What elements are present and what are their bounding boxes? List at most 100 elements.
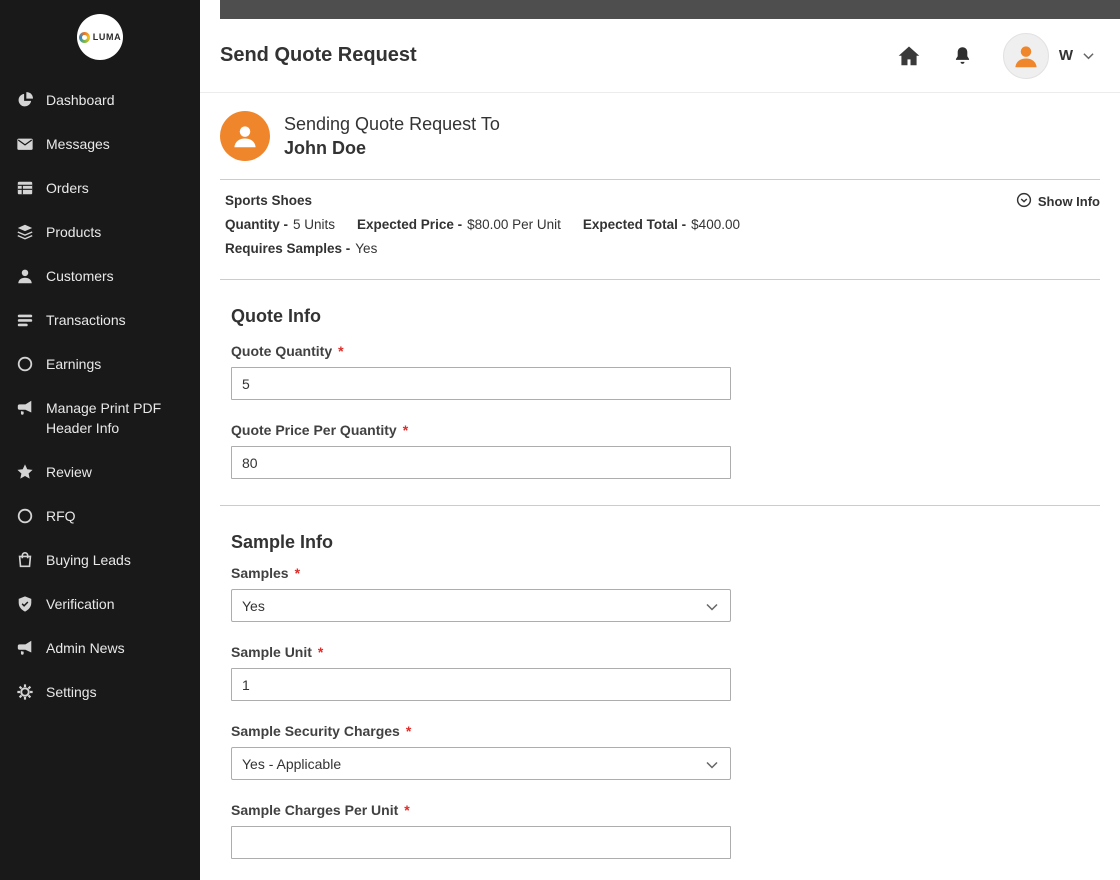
sidebar-item-buying-leads[interactable]: Buying Leads — [14, 538, 200, 582]
transactions-icon — [14, 310, 36, 329]
samples-label: Samples — [231, 565, 289, 581]
product-samples-row: Requires Samples - Yes — [225, 241, 1100, 256]
required-asterisk: * — [294, 565, 301, 581]
app-window: LUMA Dashboard Messages Orders Products — [0, 0, 1120, 880]
recipient-avatar-icon — [220, 111, 270, 161]
logo[interactable]: LUMA — [0, 0, 200, 78]
luma-logo-text: LUMA — [92, 32, 122, 42]
star-icon — [14, 462, 36, 481]
home-icon[interactable] — [896, 43, 922, 69]
sidebar-item-orders[interactable]: Orders — [14, 166, 200, 210]
sample-security-charges-select-value: Yes - Applicable — [242, 755, 342, 772]
sample-unit-field: Sample Unit * — [231, 644, 1100, 701]
sidebar-item-customers[interactable]: Customers — [14, 254, 200, 298]
bell-icon[interactable] — [952, 45, 973, 66]
orders-icon — [14, 178, 36, 197]
sidebar-item-label: Transactions — [46, 312, 126, 328]
buying-leads-icon — [14, 550, 36, 569]
chevron-down-icon — [706, 598, 718, 614]
quote-price-field: Quote Price Per Quantity * — [231, 422, 1100, 479]
sidebar-nav: Dashboard Messages Orders Products Custo… — [0, 78, 200, 714]
luma-logo-badge: LUMA — [77, 14, 123, 60]
required-asterisk: * — [404, 802, 410, 818]
sample-charges-per-unit-input[interactable] — [231, 826, 731, 859]
sample-info-heading: Sample Info — [231, 532, 334, 552]
sidebar-item-manage-print-pdf-header-info[interactable]: Manage Print PDF Header Info — [14, 386, 200, 450]
sample-charges-per-unit-field: Sample Charges Per Unit * — [231, 802, 1100, 859]
products-icon — [14, 222, 36, 241]
recipient-name: John Doe — [284, 137, 367, 158]
product-name: Sports Shoes — [225, 193, 313, 208]
megaphone-icon — [14, 398, 36, 417]
sidebar-item-label: Manage Print PDF Header Info — [46, 400, 162, 436]
product-meta-row: Quantity - 5 Units Expected Price - $80.00… — [225, 217, 1100, 232]
required-asterisk: * — [338, 343, 344, 359]
sidebar-item-review[interactable]: Review — [14, 450, 200, 494]
sample-charges-per-unit-label: Sample Charges Per Unit — [231, 802, 399, 818]
requires-samples-value: Yes — [355, 241, 378, 256]
chevron-down-icon — [706, 756, 718, 772]
dashboard-icon — [14, 90, 36, 109]
user-menu[interactable]: W — [1002, 32, 1094, 79]
sidebar-item-products[interactable]: Products — [14, 210, 200, 254]
user-initial: W — [1058, 47, 1073, 64]
quote-quantity-input[interactable] — [231, 367, 731, 400]
expected-price-label: Expected Price - — [357, 217, 463, 232]
sidebar-item-label: Dashboard — [46, 92, 115, 108]
quote-price-label: Quote Price Per Quantity — [231, 422, 397, 438]
sidebar-item-earnings[interactable]: Earnings — [14, 342, 200, 386]
expected-price-value: $80.00 Per Unit — [467, 217, 561, 232]
recipient-intro: Sending Quote Request To — [284, 113, 500, 134]
sidebar-item-rfq[interactable]: RFQ — [14, 494, 200, 538]
show-info-label: Show Info — [1037, 194, 1100, 209]
sample-unit-input[interactable] — [231, 668, 731, 701]
samples-select[interactable]: Yes — [231, 589, 731, 622]
expected-price-pair: Expected Price - $80.00 Per Unit — [357, 217, 561, 232]
expected-total-pair: Expected Total - $400.00 — [583, 217, 740, 232]
quote-info-section: Quote Info Quote Quantity * Quote Price P… — [220, 280, 1100, 506]
luma-logo-icon — [78, 31, 90, 43]
sidebar-item-settings[interactable]: Settings — [14, 670, 200, 714]
samples-field: Samples * Yes — [231, 565, 1100, 622]
sample-info-section: Sample Info Samples * Yes Sample Unit * Sa… — [220, 506, 1100, 859]
quote-price-input[interactable] — [231, 446, 731, 479]
sidebar-item-label: Customers — [46, 268, 114, 284]
shield-icon — [14, 594, 36, 613]
samples-select-value: Yes — [242, 597, 265, 614]
quote-info-heading: Quote Info — [231, 306, 321, 326]
required-asterisk: * — [405, 723, 412, 739]
sidebar-item-label: Products — [46, 224, 102, 240]
requires-samples-pair: Requires Samples - Yes — [225, 241, 377, 256]
chevron-down-icon — [1083, 47, 1094, 65]
page-header: Send Quote Request W — [200, 19, 1120, 93]
sidebar-item-admin-news[interactable]: Admin News — [14, 626, 200, 670]
customers-icon — [14, 266, 36, 285]
quantity-value: 5 Units — [293, 217, 336, 232]
expected-total-value: $400.00 — [691, 217, 740, 232]
sample-security-charges-field: Sample Security Charges * Yes - Applicabl… — [231, 723, 1100, 780]
sidebar-item-label: Admin News — [46, 640, 125, 656]
recipient-section: Sending Quote Request To John Doe — [220, 93, 1100, 180]
sidebar: LUMA Dashboard Messages Orders Products — [0, 0, 200, 880]
show-info-button[interactable]: Show Info — [1016, 192, 1100, 211]
quantity-label: Quantity - — [225, 217, 288, 232]
sidebar-item-verification[interactable]: Verification — [14, 582, 200, 626]
sidebar-item-dashboard[interactable]: Dashboard — [14, 78, 200, 122]
quote-quantity-label: Quote Quantity — [231, 343, 333, 359]
sidebar-item-label: Buying Leads — [46, 552, 131, 568]
sidebar-item-transactions[interactable]: Transactions — [14, 298, 200, 342]
gear-icon — [14, 682, 36, 701]
sidebar-item-label: Orders — [46, 180, 89, 196]
sample-security-charges-label: Sample Security Charges — [231, 723, 400, 739]
sample-security-charges-select[interactable]: Yes - Applicable — [231, 747, 731, 780]
show-info-icon — [1016, 192, 1032, 211]
required-asterisk: * — [317, 644, 324, 660]
sidebar-item-messages[interactable]: Messages — [14, 122, 200, 166]
quantity-pair: Quantity - 5 Units — [225, 217, 335, 232]
megaphone-icon — [14, 638, 36, 657]
product-summary: Sports Shoes Quantity - 5 Units Expected … — [220, 180, 1100, 280]
main-area: Send Quote Request W Sending Quote Reque… — [200, 0, 1120, 880]
rfq-icon — [14, 506, 36, 525]
required-asterisk: * — [402, 422, 409, 438]
sidebar-item-label: Messages — [46, 136, 110, 152]
